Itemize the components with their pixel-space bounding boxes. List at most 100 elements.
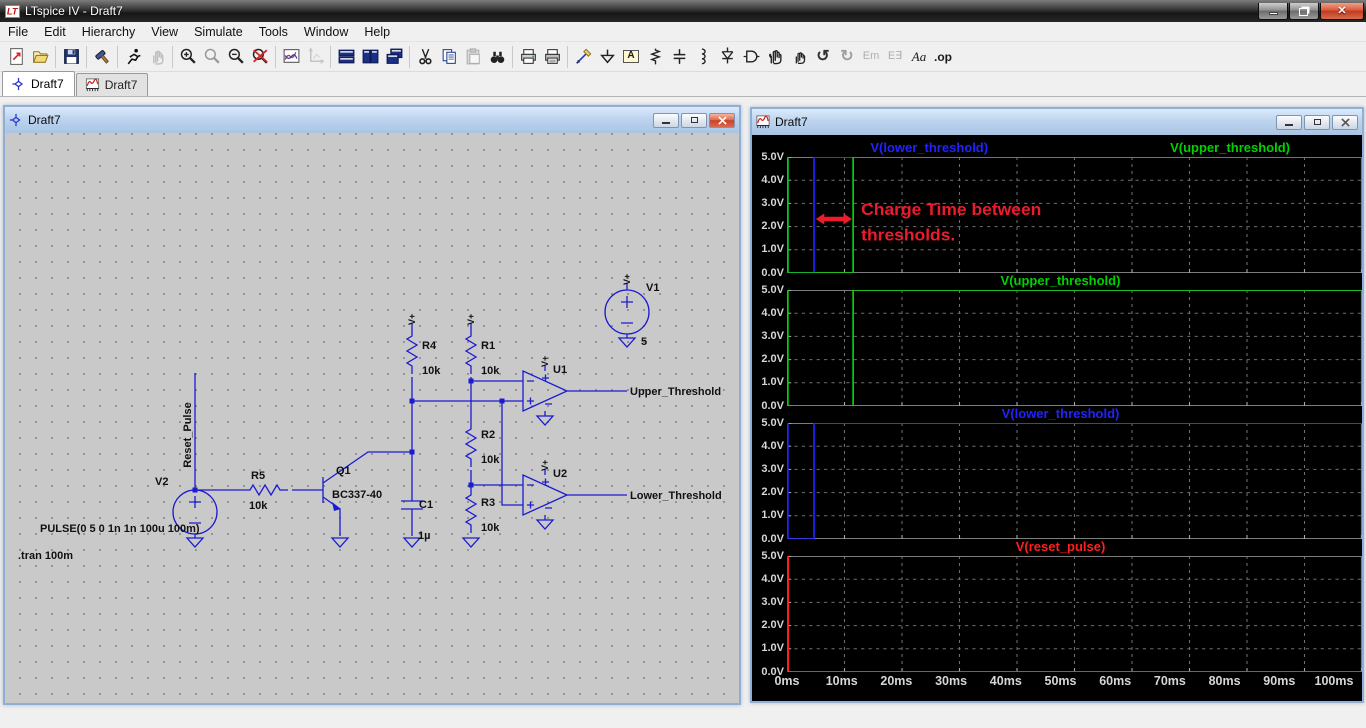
menu-file[interactable]: File [0,23,36,41]
schematic-window-titlebar[interactable]: Draft7 [5,107,739,133]
menu-window[interactable]: Window [296,23,356,41]
vplus-flag[interactable]: V+ [466,314,476,325]
trace-label[interactable]: V(lower_threshold) [870,140,988,155]
y-axis[interactable]: 5.0V 4.0V 3.0V 2.0V 1.0V 0.0V [752,284,787,412]
place-ground-icon[interactable] [595,45,619,69]
app-restore-button[interactable] [1289,2,1319,20]
zoom-full-extents-icon[interactable] [248,45,272,69]
c1-label[interactable]: C1 [419,499,433,511]
zoom-in-icon[interactable] [176,45,200,69]
net-label-upper-threshold[interactable]: Upper_Threshold [630,386,721,398]
r5-value[interactable]: 10k [249,500,268,512]
trace-label[interactable]: V(upper_threshold) [1170,140,1290,155]
vplus-flag[interactable]: V+ [540,460,550,471]
v2-label[interactable]: V2 [155,476,168,488]
undo-icon[interactable]: ↺ [811,45,835,69]
menu-simulate[interactable]: Simulate [186,23,251,41]
plot-pane-1-canvas[interactable]: Charge Time between thresholds. [787,157,1362,273]
plot-pane-3-canvas[interactable] [787,423,1362,539]
c1-value[interactable]: 1µ [418,530,430,542]
app-close-button[interactable]: ✕ [1320,2,1364,20]
u1-label[interactable]: U1 [553,364,567,376]
vplus-flag[interactable]: V+ [540,356,550,367]
place-inductor-icon[interactable] [691,45,715,69]
r4-value[interactable]: 10k [422,365,441,377]
net-label-reset-pulse[interactable]: Reset_Pulse [182,402,194,467]
x-axis[interactable]: 0ms 10ms 20ms 30ms 40ms 50ms 60ms 70ms 80ms 90ms 1… [774,672,1353,692]
r4-label[interactable]: R4 [422,340,437,352]
menu-edit[interactable]: Edit [36,23,74,41]
cascade-windows-icon[interactable] [382,45,406,69]
y-axis[interactable]: 5.0V 4.0V 3.0V 2.0V 1.0V 0.0V [752,417,787,545]
schematic-close-button[interactable] [709,112,735,128]
y-axis[interactable]: 5.0V 4.0V 3.0V 2.0V 1.0V 0.0V [752,550,787,678]
open-icon[interactable] [28,45,52,69]
text-icon[interactable]: Aa [907,45,931,69]
r1-value[interactable]: 10k [481,365,500,377]
vplus-flag[interactable]: V+ [407,314,417,325]
r3-label[interactable]: R3 [481,497,495,509]
zoom-out-icon[interactable] [224,45,248,69]
plot-pane-4-canvas[interactable] [787,556,1362,672]
schematic-canvas[interactable]: V2 R5 10k Q1 BC337-40 C1 1µ R4 10k R1 10… [5,133,739,703]
tile-horizontal-icon[interactable] [334,45,358,69]
tran-directive[interactable]: .tran 100m [18,550,73,562]
plot-pane-3[interactable]: V(lower_threshold) 5.0V 4.0V 3.0V 2.0V 1.0V 0… [752,406,1362,545]
draw-wire-icon[interactable] [571,45,595,69]
control-panel-icon[interactable] [90,45,114,69]
plot-pane-1[interactable]: V(lower_threshold) V(upper_threshold) 5.0… [752,140,1362,279]
r3-value[interactable]: 10k [481,522,500,534]
trace-label[interactable]: V(upper_threshold) [1001,273,1121,288]
schematic-window[interactable]: Draft7 V2 R5 10k Q1 BC337-40 C1 1µ R4 10… [3,105,741,705]
waveform-window[interactable]: Draft7 V(lower_threshold) V(upper_thresho… [750,107,1364,703]
y-axis[interactable]: 5.0V 4.0V 3.0V 2.0V 1.0V 0.0V [752,151,787,279]
copy-icon[interactable] [437,45,461,69]
place-component-icon[interactable] [739,45,763,69]
find-icon[interactable] [485,45,509,69]
schematic-minimize-button[interactable] [653,112,679,128]
place-net-label-icon[interactable]: A [619,45,643,69]
menu-hierarchy[interactable]: Hierarchy [74,23,144,41]
place-capacitor-icon[interactable] [667,45,691,69]
print-setup-icon[interactable] [516,45,540,69]
place-resistor-icon[interactable] [643,45,667,69]
plot-pane-2-canvas[interactable] [787,290,1362,406]
waveform-restore-button[interactable] [1304,114,1330,130]
tile-vertical-icon[interactable] [358,45,382,69]
v1-value[interactable]: 5 [641,336,647,348]
menu-view[interactable]: View [143,23,186,41]
pulse-directive[interactable]: PULSE(0 5 0 1n 1n 100u 100m) [40,523,200,535]
q1-label[interactable]: Q1 [336,465,351,477]
r2-value[interactable]: 10k [481,454,500,466]
tab-schematic-draft7[interactable]: Draft7 [2,71,75,96]
print-icon[interactable] [540,45,564,69]
r5-label[interactable]: R5 [251,470,265,482]
cut-icon[interactable] [413,45,437,69]
plot-pane-2[interactable]: V(upper_threshold) 5.0V 4.0V 3.0V 2.0V 1.0V 0… [752,273,1362,412]
app-title-bar[interactable]: LT LTspice IV - Draft7 ✕ [0,0,1366,22]
waveform-window-titlebar[interactable]: Draft7 [752,109,1362,135]
v1-label[interactable]: V1 [646,282,659,294]
trace-label[interactable]: V(reset_pulse) [1016,539,1106,554]
r1-label[interactable]: R1 [481,340,495,352]
trace-label[interactable]: V(lower_threshold) [1002,406,1120,421]
u2-label[interactable]: U2 [553,468,567,480]
schematic-restore-button[interactable] [681,112,707,128]
spice-directive-icon[interactable]: .op [931,45,955,69]
tab-waveform-draft7[interactable]: Draft7 [75,73,149,96]
place-diode-icon[interactable] [715,45,739,69]
waveform-close-button[interactable] [1332,114,1358,130]
save-icon[interactable] [59,45,83,69]
q1-model[interactable]: BC337-40 [332,489,382,501]
waveform-plot-area[interactable]: V(lower_threshold) V(upper_threshold) 5.0… [752,135,1362,701]
menu-help[interactable]: Help [356,23,398,41]
waveform-minimize-button[interactable] [1276,114,1302,130]
r2-label[interactable]: R2 [481,429,495,441]
move-icon[interactable] [763,45,787,69]
drag-icon[interactable] [787,45,811,69]
plot-settings-icon[interactable] [279,45,303,69]
net-label-lower-threshold[interactable]: Lower_Threshold [630,490,722,502]
menu-tools[interactable]: Tools [251,23,296,41]
vplus-flag[interactable]: V+ [622,274,632,285]
app-minimize-button[interactable] [1258,2,1288,20]
